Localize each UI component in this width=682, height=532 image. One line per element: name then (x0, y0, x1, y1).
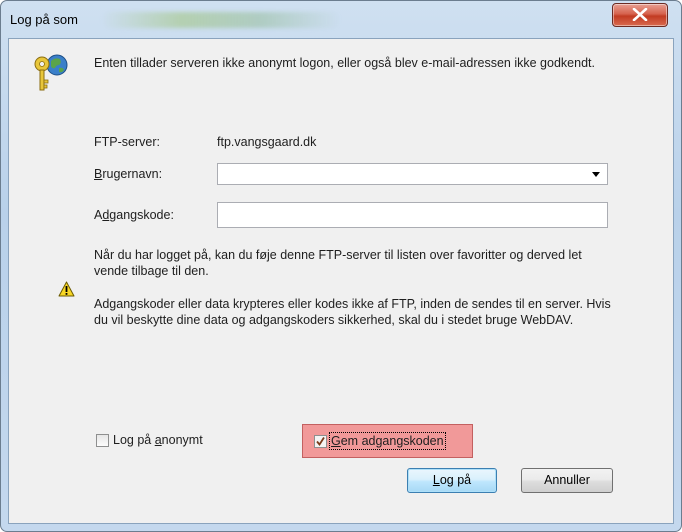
close-icon (632, 8, 648, 21)
password-field[interactable] (217, 202, 608, 228)
warning-icon (58, 281, 75, 297)
error-message: Enten tillader serveren ikke anonymt log… (94, 56, 595, 70)
chevron-down-icon[interactable] (592, 172, 600, 177)
checkmark-icon (316, 436, 325, 446)
warning-text: Adgangskoder eller data krypteres eller … (94, 297, 611, 327)
username-label: Brugernavn: (94, 167, 163, 181)
login-dialog: Log på som Enten tillader serveren ikke … (0, 0, 682, 532)
anonymous-checkbox-box[interactable] (96, 433, 109, 447)
dialog-title: Log på som (10, 12, 78, 27)
close-button[interactable] (612, 3, 668, 27)
login-button[interactable]: Log på (407, 468, 497, 493)
dialog-body: Enten tillader serveren ikke anonymt log… (8, 38, 674, 524)
anonymous-checkbox-label: Log på anonymt (113, 433, 203, 447)
cancel-button[interactable]: Annuller (521, 468, 613, 493)
password-label: Adgangskode: (94, 208, 174, 222)
username-combobox[interactable] (217, 163, 608, 185)
keys-globe-icon (34, 54, 68, 91)
anonymous-login-checkbox[interactable]: Log på anonymt (96, 433, 203, 447)
ftp-server-value: ftp.vangsgaard.dk (217, 135, 317, 149)
save-password-checkbox-box[interactable] (314, 434, 327, 448)
ftp-server-label: FTP-server: (94, 135, 160, 149)
title-bar-background-blur (101, 12, 341, 28)
info-text: Når du har logget på, kan du føje denne … (94, 248, 582, 278)
save-password-checkbox[interactable]: Gem adgangskoden (314, 432, 446, 450)
save-password-checkbox-label: Gem adgangskoden (329, 432, 446, 450)
